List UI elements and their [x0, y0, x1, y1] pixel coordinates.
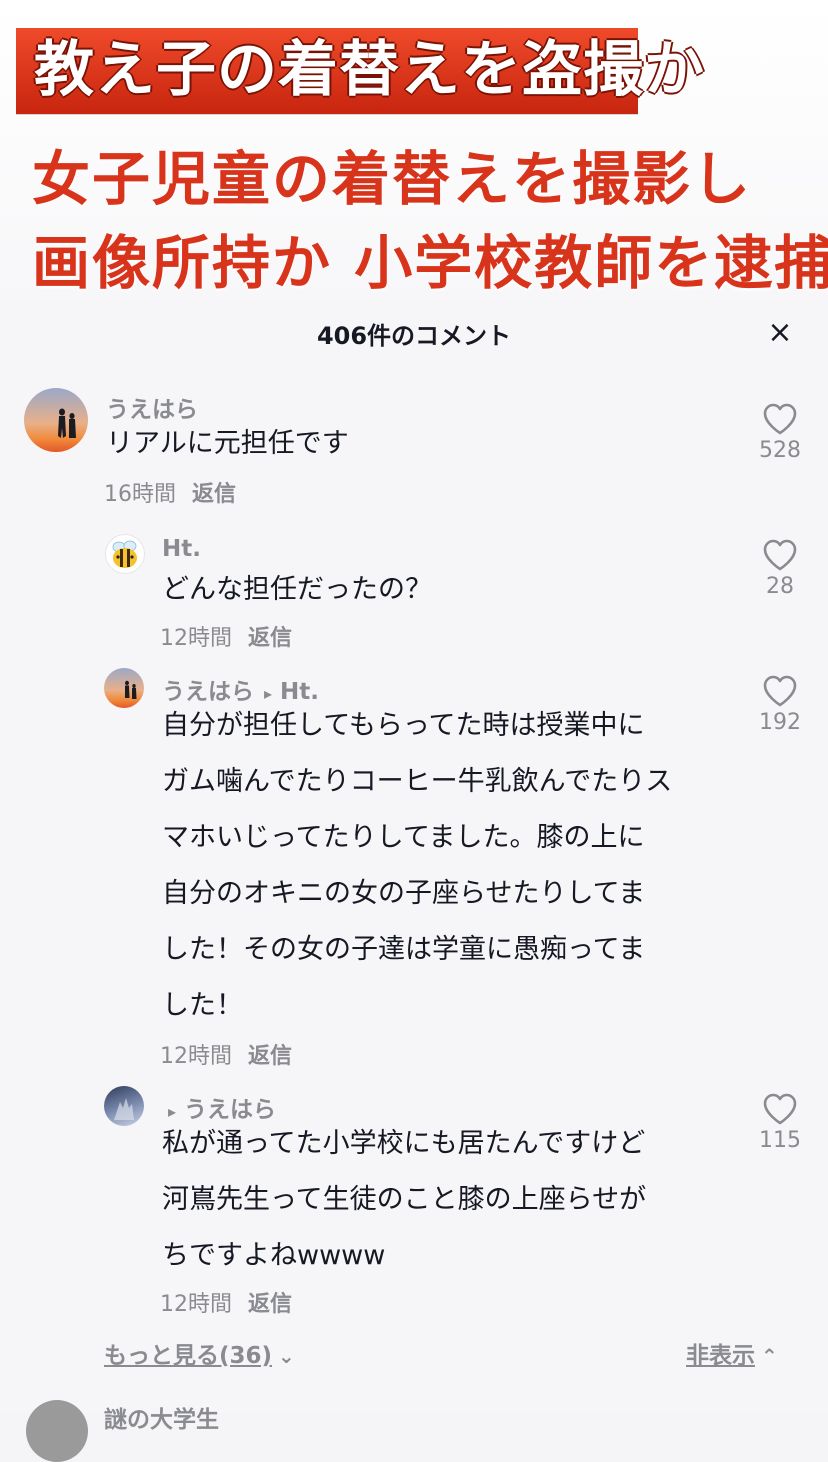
- reply-meta: 12時間 返信: [160, 1286, 292, 1318]
- like-count: 28: [766, 574, 794, 599]
- like-count: 115: [759, 1128, 801, 1153]
- avatar[interactable]: [104, 1086, 144, 1126]
- comment-text: リアルに元担任です: [106, 428, 349, 459]
- reply-button[interactable]: 返信: [248, 1292, 292, 1317]
- close-button[interactable]: ×: [764, 314, 796, 350]
- reply-button[interactable]: 返信: [248, 626, 292, 651]
- chevron-up-icon: ⌃: [761, 1344, 778, 1368]
- reply-text: どんな担任だったの？: [162, 574, 432, 605]
- heart-icon: [763, 539, 797, 571]
- headline-banner: 教え子の着替えを盗撮か: [16, 28, 704, 114]
- like-button[interactable]: 192: [748, 674, 812, 735]
- like-count: 528: [759, 438, 801, 463]
- avatar[interactable]: [26, 1400, 88, 1462]
- headline-text: 教え子の着替えを盗撮か: [34, 35, 705, 105]
- reply-meta: 12時間 返信: [160, 1038, 292, 1070]
- silhouette-icon: [58, 408, 76, 438]
- like-button[interactable]: 28: [748, 538, 812, 599]
- sub-headline-1: 女子児童の着替えを撮影し: [32, 145, 753, 213]
- comment-meta: 16時間 返信: [104, 476, 236, 508]
- view-more-label: もっと見る(36): [104, 1343, 273, 1369]
- heart-icon: [763, 675, 797, 707]
- comment-time: 16時間: [104, 482, 176, 507]
- reply-text: 私が通ってた小学校にも居たんですけど 河嶌先生って生徒のこと膝の上座らせが ちで…: [162, 1128, 647, 1271]
- avatar[interactable]: [24, 388, 88, 452]
- close-icon: ×: [767, 314, 793, 350]
- hide-replies-link[interactable]: 非表示 ⌃: [686, 1336, 778, 1370]
- comments-panel: 406件のコメント × うえはら リアルに元担任です 16時間 返信 528 H…: [0, 300, 828, 1462]
- avatar[interactable]: [105, 534, 145, 574]
- reply-button[interactable]: 返信: [248, 1044, 292, 1069]
- reply-time: 12時間: [160, 1292, 232, 1317]
- reply-button[interactable]: 返信: [192, 482, 236, 507]
- silhouette-icon: [125, 680, 137, 699]
- reply-time: 12時間: [160, 626, 232, 651]
- heart-icon: [763, 403, 797, 435]
- reply-meta: 12時間 返信: [160, 620, 292, 652]
- chevron-down-icon: ⌄: [278, 1344, 295, 1368]
- view-more-replies-link[interactable]: もっと見る(36) ⌄: [104, 1336, 295, 1370]
- like-count: 192: [759, 710, 801, 735]
- hide-label: 非表示: [686, 1343, 755, 1369]
- reply-text: 自分が担任してもらってた時は授業中に ガム噛んでたりコーヒー牛乳飲んでたりス マ…: [162, 710, 673, 1021]
- sub-headline-2: 画像所持か 小学校教師を逮捕: [32, 229, 828, 297]
- avatar[interactable]: [104, 668, 144, 708]
- reply-username[interactable]: Ht.: [162, 536, 201, 562]
- reply-time: 12時間: [160, 1044, 232, 1069]
- video-area: 教え子の着替えを盗撮か 女子児童の着替えを撮影し 画像所持か 小学校教師を逮捕: [0, 0, 828, 300]
- hand-photo-icon: [114, 1098, 134, 1120]
- comment-username[interactable]: 謎の大学生: [104, 1400, 219, 1434]
- like-button[interactable]: 115: [748, 1092, 812, 1153]
- comments-count-title: 406件のコメント: [316, 322, 512, 350]
- heart-icon: [763, 1093, 797, 1125]
- bee-icon: [112, 540, 137, 568]
- like-button[interactable]: 528: [748, 402, 812, 463]
